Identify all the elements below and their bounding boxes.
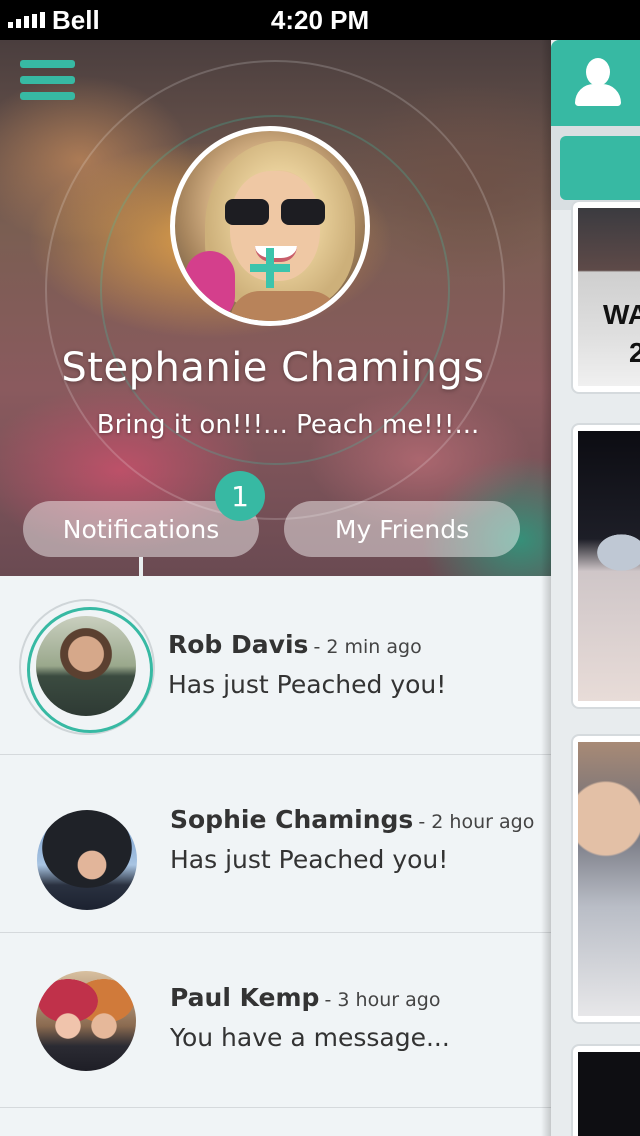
timestamp: - 3 hour ago — [324, 989, 441, 1011]
tab-my-friends[interactable]: My Friends — [284, 501, 520, 557]
side-menu-panel: Stephanie Chamings Bring it on!!!... Pea… — [0, 40, 551, 1136]
notifications-list: Rob Davis - 2 min ago Has just Peached y… — [0, 576, 551, 1108]
sender-name: Sophie Chamings — [170, 805, 414, 834]
main-header — [551, 40, 640, 126]
main-tab[interactable] — [560, 136, 640, 200]
feed-card[interactable] — [571, 423, 640, 709]
sender-name: Rob Davis — [168, 630, 309, 659]
feed-card-image — [578, 742, 640, 1016]
avatar — [37, 810, 137, 910]
timestamp: - 2 min ago — [313, 636, 422, 658]
timestamp: - 2 hour ago — [418, 811, 535, 833]
profile-header: Stephanie Chamings Bring it on!!!... Pea… — [0, 40, 551, 576]
list-item[interactable]: Rob Davis - 2 min ago Has just Peached y… — [0, 576, 551, 755]
feed-card-text-line: WA — [603, 299, 640, 330]
add-photo-icon[interactable] — [250, 248, 290, 288]
avatar — [36, 971, 136, 1071]
user-icon[interactable] — [575, 58, 621, 108]
main-subbar — [551, 126, 640, 210]
list-item[interactable]: Paul Kemp - 3 hour ago You have a messag… — [0, 933, 551, 1108]
avatar — [36, 616, 136, 716]
feed-card-text-line: 2 — [603, 334, 640, 372]
profile-name: Stephanie Chamings — [61, 345, 485, 391]
notification-count-badge: 1 — [215, 471, 265, 521]
sender-name: Paul Kemp — [170, 983, 320, 1012]
tab-indicator — [139, 557, 143, 576]
notification-message: Has just Peached you! — [170, 845, 449, 874]
feed-card-image — [578, 1052, 640, 1136]
menu-icon[interactable] — [20, 60, 75, 100]
profile-status: Bring it on!!!... Peach me!!!... — [96, 410, 480, 440]
main-content-panel[interactable]: WA 2 — [551, 40, 640, 1136]
notification-message: You have a message... — [170, 1023, 450, 1052]
notification-message: Has just Peached you! — [168, 670, 447, 699]
list-item[interactable]: Sophie Chamings - 2 hour ago Has just Pe… — [0, 755, 551, 933]
tab-my-friends-label: My Friends — [334, 514, 470, 544]
status-bar: Bell 4:20 PM — [0, 0, 640, 40]
feed-card-image — [578, 431, 640, 701]
panel-shadow — [541, 40, 551, 1136]
tab-notifications-label: Notifications — [62, 514, 220, 544]
status-time: 4:20 PM — [270, 5, 370, 35]
feed-card-text: WA 2 — [603, 296, 640, 372]
profile-avatar[interactable] — [170, 126, 370, 326]
feed-card[interactable]: WA 2 — [571, 200, 640, 394]
feed-card[interactable] — [571, 734, 640, 1024]
feed-card[interactable] — [571, 1044, 640, 1136]
